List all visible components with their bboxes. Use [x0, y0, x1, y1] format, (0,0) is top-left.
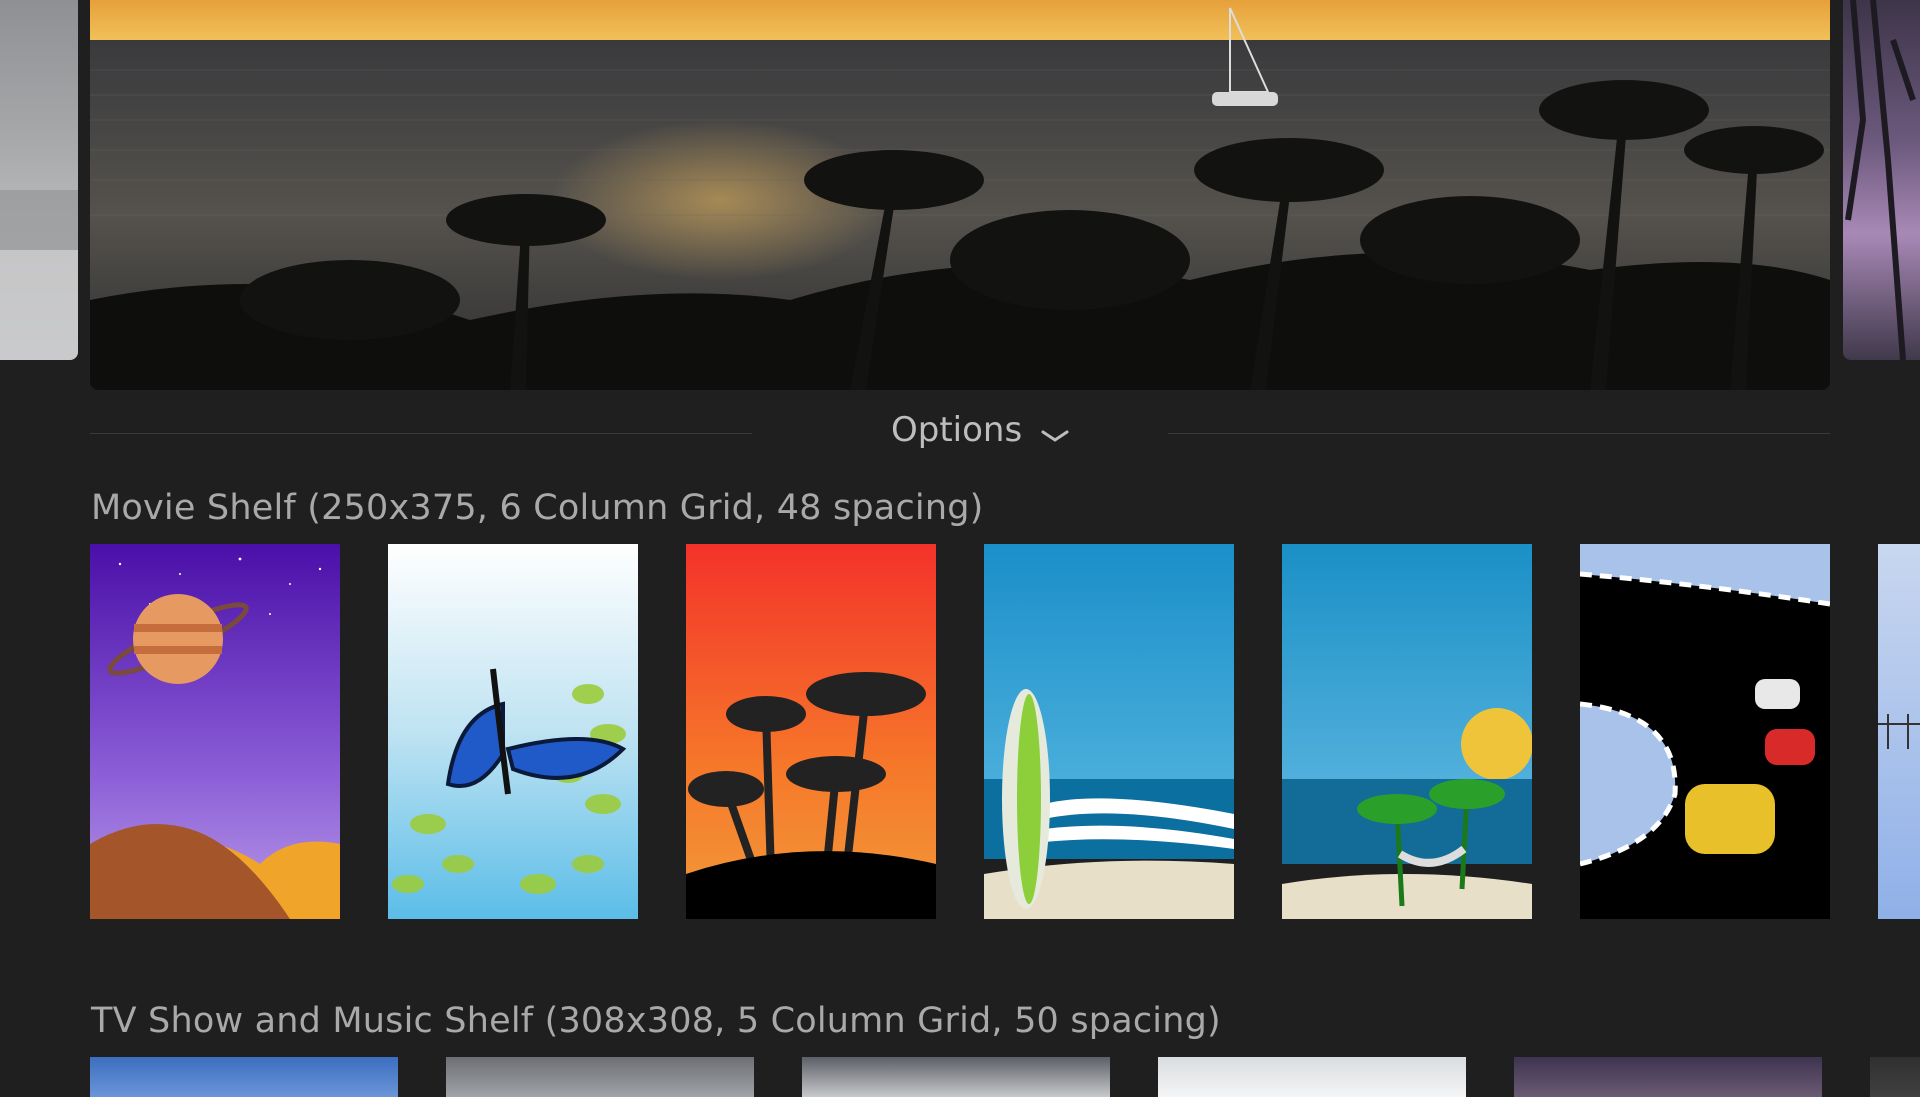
hero-right-image	[1845, 0, 1916, 360]
surfboard-artwork	[984, 544, 1234, 919]
options-label: Options	[891, 410, 1023, 450]
hero-image-sunset[interactable]	[90, 0, 1830, 390]
tv-shelf-title: TV Show and Music Shelf (308x308, 5 Colu…	[91, 1001, 1221, 1041]
movie-shelf-title: Movie Shelf (250x375, 6 Column Grid, 48 …	[91, 488, 984, 528]
movie-poster-partial[interactable]	[1878, 544, 1920, 919]
partial-artwork	[1878, 544, 1920, 919]
hero-preview-right[interactable]	[1843, 0, 1920, 360]
hero-preview-left[interactable]	[0, 0, 78, 360]
options-button[interactable]: Options	[0, 410, 1920, 452]
planet-artwork	[90, 544, 340, 919]
hammock-artwork	[1282, 544, 1532, 919]
movie-poster-surfboard[interactable]	[984, 544, 1234, 919]
tv-tile-5[interactable]	[1514, 1057, 1822, 1097]
tv-tile-3[interactable]	[802, 1057, 1110, 1097]
chevron-down-icon	[1041, 412, 1069, 452]
tv-tile-2[interactable]	[446, 1057, 754, 1097]
movie-poster-race-track[interactable]	[1580, 544, 1830, 919]
butterfly-artwork	[388, 544, 638, 919]
movie-poster-hammock[interactable]	[1282, 544, 1532, 919]
sunset-image	[90, 0, 1830, 390]
race-track-artwork	[1580, 544, 1830, 919]
tv-tile-6[interactable]	[1870, 1057, 1920, 1097]
movie-poster-butterfly[interactable]	[388, 544, 638, 919]
movie-poster-planet[interactable]	[90, 544, 340, 919]
tv-tile-4[interactable]	[1158, 1057, 1466, 1097]
hero-left-image	[0, 190, 78, 360]
tv-tile-1[interactable]	[90, 1057, 398, 1097]
palms-artwork	[686, 544, 936, 919]
movie-poster-palms[interactable]	[686, 544, 936, 919]
